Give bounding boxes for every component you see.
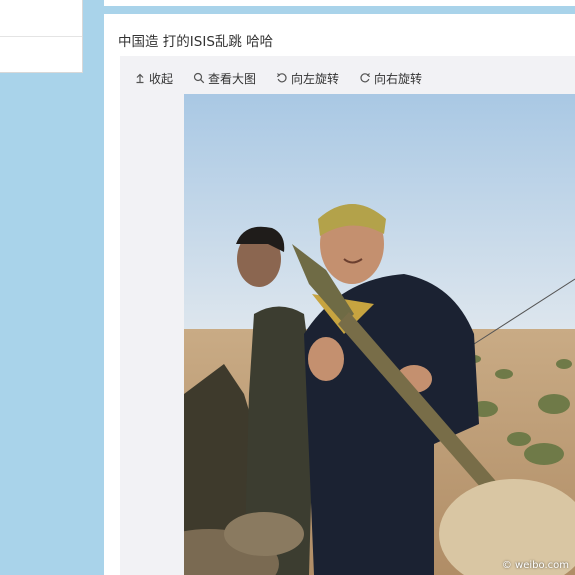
previous-card-edge bbox=[104, 0, 575, 6]
view-large-button[interactable]: 查看大图 bbox=[193, 70, 256, 87]
magnifier-icon bbox=[193, 72, 205, 84]
photo-illustration bbox=[184, 94, 575, 575]
rotate-left-icon bbox=[276, 73, 287, 83]
rotate-right-icon bbox=[360, 73, 371, 83]
post-photo[interactable]: © weibo.com bbox=[184, 94, 575, 575]
rotate-left-button[interactable]: 向左旋转 bbox=[276, 70, 339, 87]
view-large-label: 查看大图 bbox=[208, 71, 257, 86]
collapse-button[interactable]: 收起 bbox=[134, 70, 173, 87]
photo-watermark: © weibo.com bbox=[501, 560, 569, 571]
expanded-media-box: 收起 查看大图 向左旋转 向右旋转 © weibo.com bbox=[120, 56, 575, 575]
weibo-post-card: 中国造 打的ISIS乱跳 哈哈 收起 查看大图 向左旋转 向右旋转 © weib… bbox=[104, 14, 575, 575]
collapse-icon bbox=[136, 73, 144, 84]
rotate-left-label: 向左旋转 bbox=[291, 71, 340, 86]
rotate-right-button[interactable]: 向右旋转 bbox=[359, 70, 422, 87]
collapse-label: 收起 bbox=[149, 71, 174, 86]
rotate-right-label: 向右旋转 bbox=[374, 71, 423, 86]
post-text: 中国造 打的ISIS乱跳 哈哈 bbox=[118, 34, 274, 50]
divider bbox=[0, 36, 82, 37]
media-toolbar: 收起 查看大图 向左旋转 向右旋转 bbox=[134, 70, 442, 86]
left-sidebar-card bbox=[0, 0, 83, 73]
